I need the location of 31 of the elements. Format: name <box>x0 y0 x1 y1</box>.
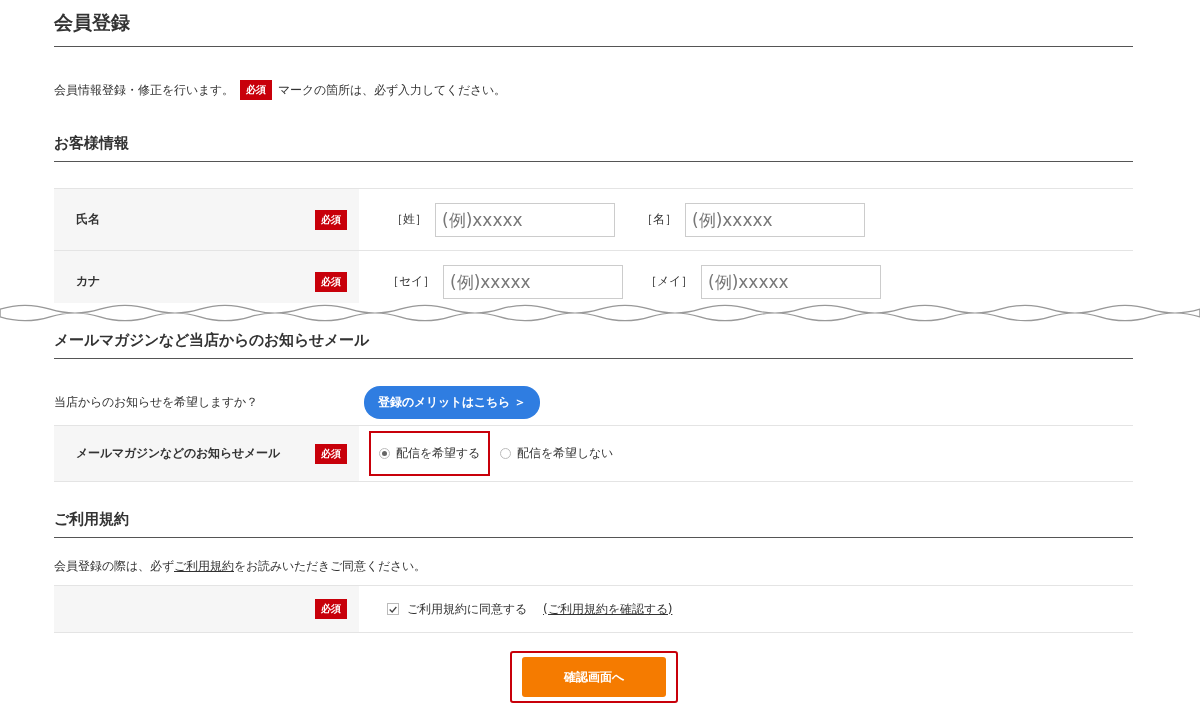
checkbox-label[interactable]: ご利用規約に同意する <box>407 600 527 618</box>
terms-link[interactable]: (ご利用規約を確認する) <box>543 600 673 618</box>
intro-text: マークの箇所は、必ず入力してください。 <box>278 81 506 99</box>
field-prefix: ［名］ <box>640 211 677 228</box>
input-field[interactable]: (例)xxxxx <box>701 264 881 299</box>
required-badge: 必須 <box>315 271 347 292</box>
terms-note: 会員登録の際は、必ずご利用規約をお読みいただきご同意ください。 <box>54 558 427 575</box>
field-prefix: ［姓］ <box>390 211 427 228</box>
radio-option[interactable]: 配信を希望する <box>369 431 490 476</box>
merit-button[interactable]: 登録のメリットはこちら ＞ <box>364 385 541 419</box>
required-badge: 必須 <box>240 80 272 100</box>
radio-option[interactable]: 配信を希望しない <box>490 431 623 476</box>
field-label: メールマガジンなどのお知らせメール <box>76 445 280 462</box>
required-badge: 必須 <box>315 599 347 619</box>
field-label: 氏名 <box>76 211 100 228</box>
page-title: 会員登録 <box>54 0 1133 47</box>
terms-link[interactable]: ご利用規約 <box>174 559 234 573</box>
section-heading: お客様情報 <box>54 134 1133 162</box>
required-badge: 必須 <box>315 209 347 230</box>
section-heading: ご利用規約 <box>54 510 1133 538</box>
section-heading: メールマガジンなど当店からのお知らせメール <box>54 331 1133 359</box>
field-prefix: ［メイ］ <box>645 273 693 290</box>
question-text: 当店からのお知らせを希望しますか？ <box>54 393 259 411</box>
intro-text: 会員情報登録・修正を行います。 <box>54 81 234 99</box>
input-field[interactable]: (例)xxxxx <box>685 202 865 237</box>
field-label: カナ <box>76 273 100 290</box>
input-field[interactable]: (例)xxxxx <box>443 264 623 299</box>
input-field[interactable]: (例)xxxxx <box>435 202 615 237</box>
checkbox[interactable] <box>387 603 399 615</box>
required-badge: 必須 <box>315 443 347 464</box>
field-prefix: ［セイ］ <box>387 273 435 290</box>
